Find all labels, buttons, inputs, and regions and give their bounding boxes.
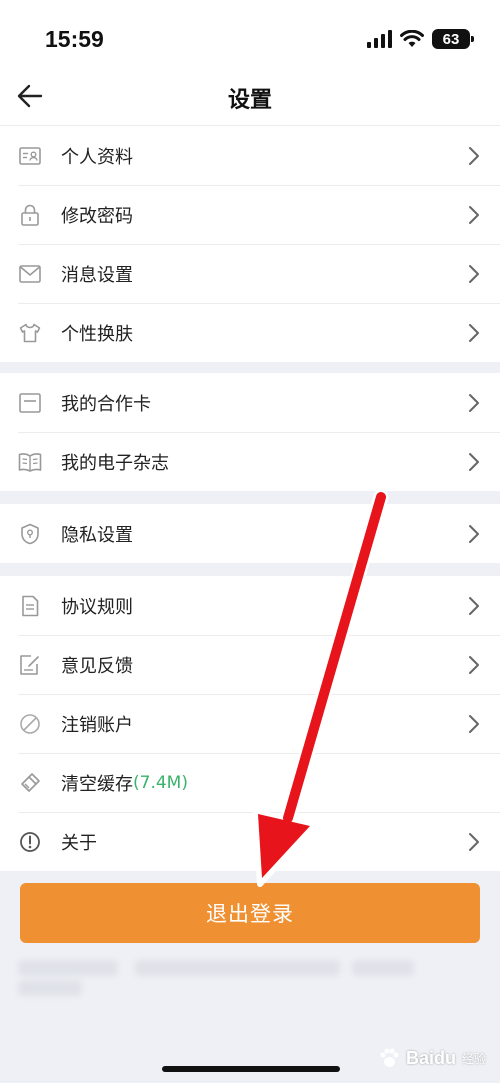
settings-item-feedback[interactable]: 意见反馈 xyxy=(0,635,500,694)
settings-item-delete-account[interactable]: 注销账户 xyxy=(0,694,500,753)
blurred-footer-text xyxy=(18,960,118,976)
signal-icon xyxy=(367,30,392,48)
settings-item-about[interactable]: 关于 xyxy=(0,812,500,871)
logout-button[interactable]: 退出登录 xyxy=(20,883,480,943)
broom-icon xyxy=(18,771,42,795)
status-time: 15:59 xyxy=(45,26,104,52)
blurred-footer-text xyxy=(135,960,340,976)
chevron-right-icon xyxy=(469,453,479,471)
chevron-right-icon xyxy=(469,715,479,733)
watermark-sub: 经验 xyxy=(461,1051,486,1066)
info-icon xyxy=(18,830,42,854)
watermark-brand: Baidu xyxy=(405,1047,456,1068)
settings-item-profile[interactable]: 个人资料 xyxy=(0,126,500,185)
settings-item-label: 消息设置 xyxy=(61,264,133,286)
paw-logo-icon xyxy=(380,1048,399,1067)
chevron-right-icon xyxy=(469,597,479,615)
settings-item-theme[interactable]: 个性换肤 xyxy=(0,303,500,362)
settings-item-clear-cache[interactable]: 清空缓存 (7.4M) xyxy=(0,753,500,812)
shirt-icon xyxy=(18,321,42,345)
page-title: 设置 xyxy=(227,88,272,113)
settings-item-label: 个人资料 xyxy=(61,146,133,168)
chevron-right-icon xyxy=(469,265,479,283)
settings-item-label: 修改密码 xyxy=(61,205,133,227)
status-icons: 63 xyxy=(366,28,474,50)
settings-item-label: 注销账户 xyxy=(61,714,133,736)
settings-item-label: 关于 xyxy=(61,832,97,854)
shield-icon xyxy=(18,522,42,546)
lock-icon xyxy=(18,203,42,227)
settings-item-label: 意见反馈 xyxy=(61,655,133,677)
chevron-right-icon xyxy=(469,833,479,851)
settings-item-label: 协议规则 xyxy=(61,596,133,618)
nav-bar: 设置 xyxy=(0,68,500,126)
blurred-footer-text xyxy=(18,980,82,996)
cache-size-value: (7.4M) xyxy=(133,772,188,793)
settings-group-privacy: 隐私设置 xyxy=(0,504,500,563)
blurred-footer-text xyxy=(352,960,414,976)
settings-group-misc: 协议规则 意见反馈 注销账户 清空缓存 (7.4M) 关于 xyxy=(0,576,500,871)
document-icon xyxy=(18,594,42,618)
battery-icon: 63 xyxy=(432,29,474,49)
settings-group-account: 个人资料 修改密码 消息设置 个性换肤 xyxy=(0,126,500,362)
settings-item-label: 清空缓存 xyxy=(61,773,133,795)
ban-icon xyxy=(18,712,42,736)
chevron-right-icon xyxy=(469,394,479,412)
settings-item-messages[interactable]: 消息设置 xyxy=(0,244,500,303)
baidu-watermark: Baidu 经验 xyxy=(378,1047,486,1069)
status-bar: 15:59 63 xyxy=(0,0,500,78)
settings-item-password[interactable]: 修改密码 xyxy=(0,185,500,244)
card-icon xyxy=(18,391,42,415)
settings-item-label: 我的电子杂志 xyxy=(61,452,169,474)
settings-item-label: 个性换肤 xyxy=(61,323,133,345)
chevron-right-icon xyxy=(469,206,479,224)
chevron-right-icon xyxy=(469,656,479,674)
mail-icon xyxy=(18,262,42,286)
home-indicator xyxy=(162,1066,340,1072)
settings-item-label: 我的合作卡 xyxy=(61,393,151,415)
book-icon xyxy=(18,450,42,474)
feedback-icon xyxy=(18,653,42,677)
settings-item-emagazine[interactable]: 我的电子杂志 xyxy=(0,432,500,491)
battery-level: 63 xyxy=(442,30,460,48)
wifi-icon xyxy=(400,30,424,47)
settings-item-partner-card[interactable]: 我的合作卡 xyxy=(0,373,500,432)
settings-item-privacy[interactable]: 隐私设置 xyxy=(0,504,500,563)
chevron-right-icon xyxy=(469,147,479,165)
chevron-right-icon xyxy=(469,324,479,342)
id-card-icon xyxy=(18,144,42,168)
settings-item-agreements[interactable]: 协议规则 xyxy=(0,576,500,635)
settings-group-cards: 我的合作卡 我的电子杂志 xyxy=(0,373,500,491)
chevron-right-icon xyxy=(469,525,479,543)
settings-item-label: 隐私设置 xyxy=(61,524,133,546)
